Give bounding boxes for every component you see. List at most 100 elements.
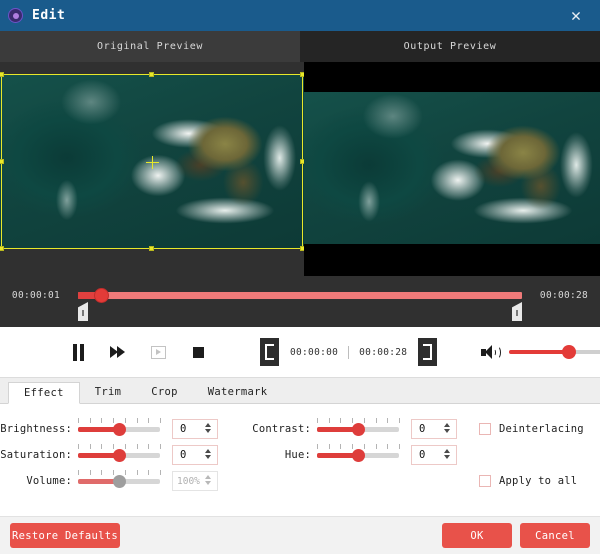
volume-slider[interactable] bbox=[509, 345, 600, 359]
slider-tick bbox=[89, 418, 91, 423]
original-preview-pane[interactable] bbox=[0, 62, 304, 276]
speaker-icon[interactable] bbox=[481, 344, 502, 360]
slider-tick bbox=[113, 418, 115, 423]
slider-tick bbox=[375, 444, 377, 449]
slider-tick bbox=[136, 470, 138, 475]
slider-tick bbox=[352, 418, 354, 423]
saturation-slider[interactable] bbox=[78, 444, 161, 466]
slider-tick bbox=[317, 444, 318, 449]
editor-tabs: Effect Trim Crop Watermark bbox=[0, 378, 600, 404]
brightness-label: Brightness: bbox=[0, 423, 72, 435]
timeline-playhead-knob[interactable] bbox=[94, 288, 109, 303]
edit-dialog: Edit ✕ Original Preview Output Preview 0… bbox=[0, 0, 600, 554]
original-video-frame bbox=[0, 74, 304, 249]
output-video-frame bbox=[304, 92, 600, 244]
pause-icon[interactable] bbox=[58, 336, 98, 368]
effect-panel: Brightness: 0 Saturation: 0 Volume: 100%… bbox=[0, 404, 600, 516]
contrast-slider-knob[interactable] bbox=[352, 423, 365, 436]
slider-tick bbox=[136, 418, 138, 423]
tab-trim[interactable]: Trim bbox=[80, 381, 137, 403]
brightness-slider-knob[interactable] bbox=[113, 423, 126, 436]
circle-app-icon bbox=[8, 8, 23, 23]
apply-to-all-checkbox-box[interactable] bbox=[479, 475, 491, 487]
slider-tick bbox=[148, 418, 150, 423]
saturation-stepper-arrows[interactable] bbox=[205, 449, 211, 459]
brightness-stepper[interactable]: 0 bbox=[172, 419, 218, 439]
contrast-stepper-arrows[interactable] bbox=[444, 423, 450, 433]
total-time-value: 00:00:28 bbox=[359, 346, 408, 358]
volume-effect-slider-knob[interactable] bbox=[113, 475, 126, 488]
slider-tick bbox=[78, 444, 79, 449]
close-icon[interactable]: ✕ bbox=[558, 0, 594, 31]
volume-control bbox=[481, 344, 600, 360]
restore-defaults-button[interactable]: Restore Defaults bbox=[10, 523, 120, 548]
effect-right-column: Contrast: 0 Hue: 0 bbox=[243, 416, 457, 468]
trim-end-handle[interactable] bbox=[512, 302, 522, 321]
fast-forward-icon[interactable] bbox=[98, 336, 138, 368]
apply-to-all-label: Apply to all bbox=[499, 475, 578, 487]
timeline-start-time: 00:00:01 bbox=[11, 290, 61, 301]
hue-row: Hue: 0 bbox=[243, 442, 457, 468]
saturation-row: Saturation: 0 bbox=[0, 442, 218, 468]
volume-stepper-arrows[interactable] bbox=[205, 475, 211, 485]
cancel-button[interactable]: Cancel bbox=[520, 523, 590, 548]
slider-tick bbox=[340, 418, 342, 423]
brightness-row: Brightness: 0 bbox=[0, 416, 218, 442]
dialog-footer: Restore Defaults OK Cancel bbox=[0, 516, 600, 554]
brightness-slider[interactable] bbox=[78, 418, 161, 440]
slider-tick bbox=[124, 470, 126, 475]
time-separator bbox=[348, 345, 350, 359]
deinterlacing-checkbox[interactable]: Deinterlacing bbox=[479, 423, 584, 435]
output-preview-label: Output Preview bbox=[300, 31, 600, 62]
slider-tick bbox=[387, 418, 389, 423]
slider-tick bbox=[160, 470, 161, 475]
slider-tick bbox=[136, 444, 138, 449]
original-preview-label: Original Preview bbox=[0, 31, 300, 62]
hue-slider[interactable] bbox=[317, 444, 400, 466]
slider-tick bbox=[101, 444, 103, 449]
hue-stepper[interactable]: 0 bbox=[411, 445, 457, 465]
hue-label: Hue: bbox=[284, 449, 311, 461]
slider-tick bbox=[375, 418, 377, 423]
preview-panes bbox=[0, 62, 600, 276]
trim-start-handle[interactable] bbox=[78, 302, 88, 321]
slider-tick bbox=[124, 418, 126, 423]
timeline-track-base bbox=[78, 292, 522, 299]
hue-slider-knob[interactable] bbox=[352, 449, 365, 462]
volume-effect-slider[interactable] bbox=[78, 470, 161, 492]
frame-step-icon[interactable] bbox=[138, 336, 178, 368]
mark-out-bracket-icon[interactable] bbox=[418, 338, 438, 366]
trim-time-group: 00:00:00 00:00:28 bbox=[260, 338, 438, 366]
slider-tick bbox=[113, 470, 115, 475]
deinterlacing-checkbox-box[interactable] bbox=[479, 423, 491, 435]
tab-crop[interactable]: Crop bbox=[136, 381, 193, 403]
saturation-stepper[interactable]: 0 bbox=[172, 445, 218, 465]
apply-to-all-checkbox[interactable]: Apply to all bbox=[479, 475, 577, 487]
hue-stepper-arrows[interactable] bbox=[444, 449, 450, 459]
contrast-row: Contrast: 0 bbox=[243, 416, 457, 442]
saturation-value: 0 bbox=[180, 449, 187, 461]
playback-controls: 00:00:00 00:00:28 bbox=[0, 327, 600, 378]
deinterlacing-label: Deinterlacing bbox=[499, 423, 584, 435]
saturation-slider-knob[interactable] bbox=[113, 449, 126, 462]
tab-effect[interactable]: Effect bbox=[8, 382, 80, 404]
timeline-bar: 00:00:01 00:00:28 bbox=[0, 276, 600, 327]
contrast-slider[interactable] bbox=[317, 418, 400, 440]
stop-icon[interactable] bbox=[178, 336, 218, 368]
contrast-stepper[interactable]: 0 bbox=[411, 419, 457, 439]
brightness-value: 0 bbox=[180, 423, 187, 435]
slider-tick bbox=[399, 418, 400, 423]
volume-stepper[interactable]: 100% bbox=[172, 471, 218, 491]
tab-watermark[interactable]: Watermark bbox=[193, 381, 283, 403]
slider-tick bbox=[387, 444, 389, 449]
ok-button[interactable]: OK bbox=[442, 523, 512, 548]
timeline-track[interactable] bbox=[72, 287, 528, 323]
brightness-stepper-arrows[interactable] bbox=[205, 423, 211, 433]
mark-in-bracket-icon[interactable] bbox=[260, 338, 279, 366]
output-preview-pane bbox=[304, 62, 600, 276]
slider-tick bbox=[148, 444, 150, 449]
slider-tick bbox=[101, 418, 103, 423]
slider-tick bbox=[328, 418, 330, 423]
slider-tick bbox=[352, 444, 354, 449]
volume-slider-knob[interactable] bbox=[561, 345, 576, 359]
